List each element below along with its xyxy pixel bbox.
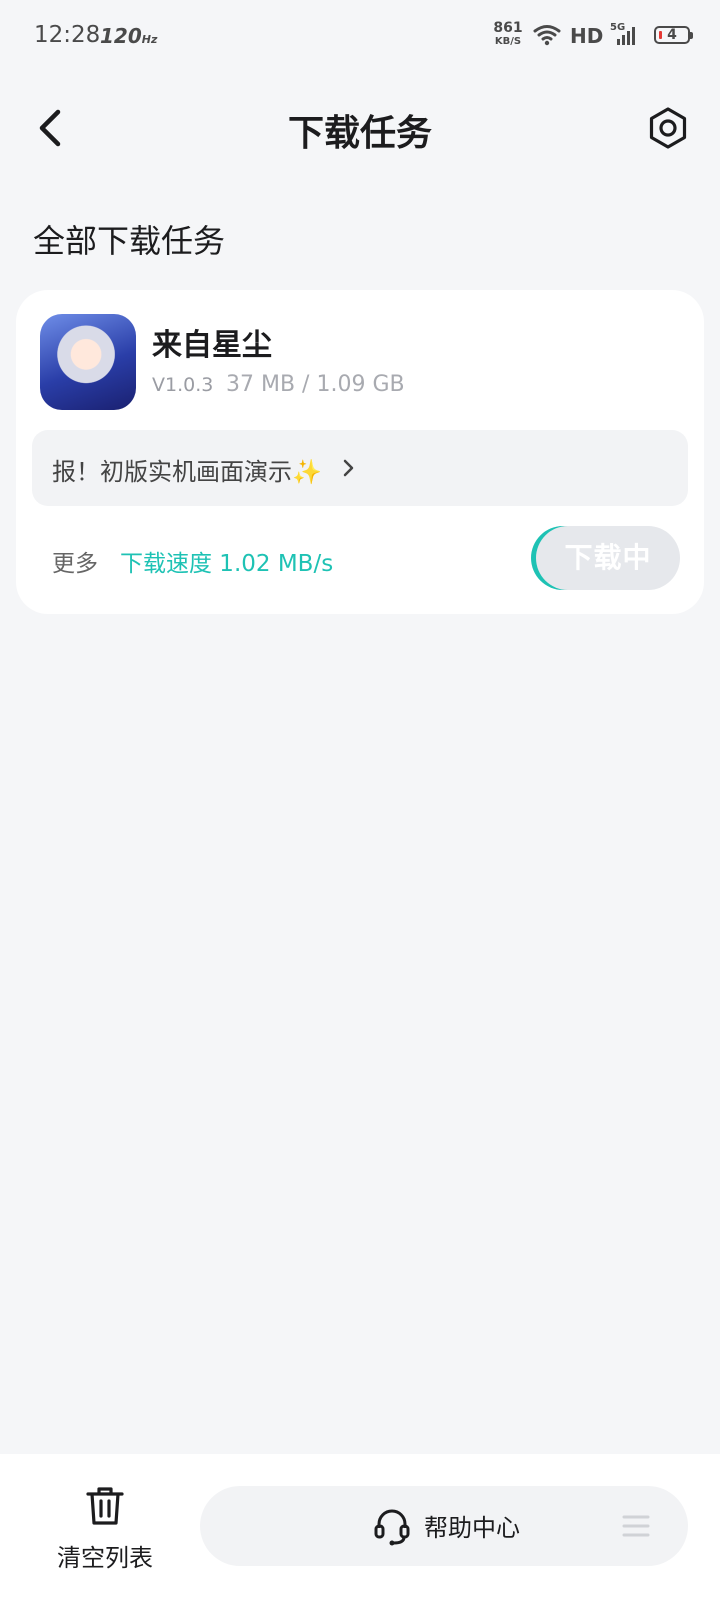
clear-list-label: 清空列表 — [57, 1544, 153, 1572]
trash-icon — [86, 1487, 124, 1525]
download-task-card: 来自星尘 V1.0.3 37 MB / 1.09 GB 报！初版实机画面演示✨ … — [16, 290, 704, 614]
bottom-bar: 清空列表 帮助中心 — [0, 1454, 720, 1600]
app-version: V1.0.3 — [152, 374, 214, 396]
more-button[interactable]: 更多 — [52, 544, 98, 578]
app-icon[interactable] — [40, 314, 136, 410]
headset-icon — [374, 1509, 410, 1546]
battery-icon: 4 — [654, 26, 693, 44]
network-speed: 861 KB/S — [493, 20, 523, 47]
download-speed: 下载速度 1.02 MB/s — [120, 551, 334, 577]
page-title: 下载任务 — [287, 113, 432, 154]
settings-hexagon-icon — [649, 107, 687, 149]
status-bar: 12:28 120Hz 861 KB/S HD 5G 4 — [0, 0, 720, 76]
news-text: 报！初版实机画面演示✨ — [52, 458, 322, 486]
help-center-label: 帮助中心 — [424, 1514, 520, 1542]
section-title: 全部下载任务 — [33, 222, 226, 260]
help-center-button[interactable]: 帮助中心 — [200, 1486, 688, 1566]
wifi-icon — [533, 25, 561, 46]
app-name[interactable]: 来自星尘 — [152, 320, 272, 364]
refresh-rate: 120Hz — [100, 24, 158, 48]
download-size-progress: 37 MB / 1.09 GB — [226, 372, 405, 397]
status-time: 12:28 — [34, 22, 101, 48]
download-status-button[interactable]: 下载中 — [536, 526, 680, 590]
header: 下载任务 — [0, 88, 720, 168]
hd-label: HD — [570, 24, 604, 48]
signal-icon — [617, 27, 635, 45]
battery-level: 4 — [667, 27, 677, 43]
chevron-right-icon — [343, 459, 354, 477]
menu-icon[interactable] — [622, 1514, 650, 1538]
settings-button[interactable] — [646, 106, 690, 150]
clear-list-button[interactable]: 清空列表 — [40, 1484, 170, 1580]
news-banner[interactable]: 报！初版实机画面演示✨ — [32, 430, 688, 506]
